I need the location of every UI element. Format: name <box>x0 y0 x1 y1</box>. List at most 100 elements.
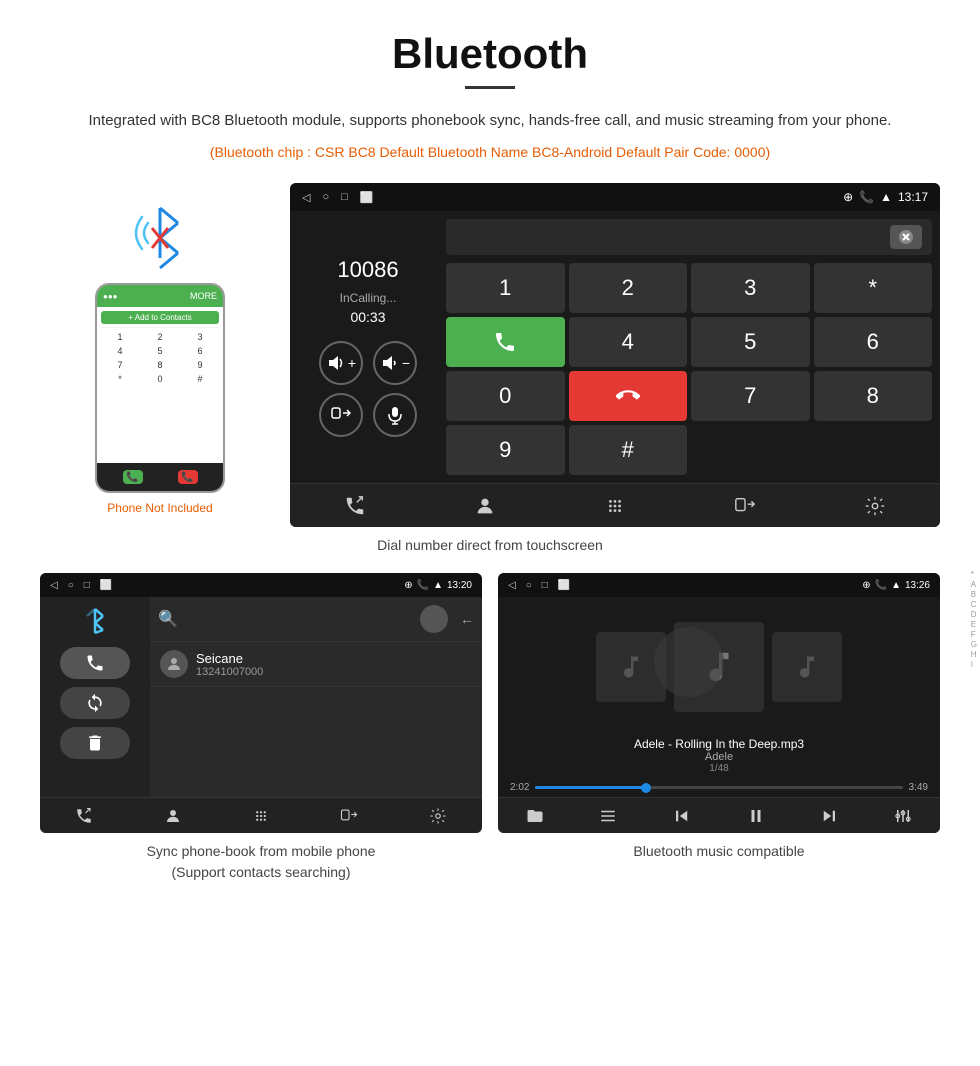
pb-nav-contacts[interactable] <box>164 807 182 825</box>
pb-nav-settings[interactable] <box>429 807 447 825</box>
music-nav-folder[interactable] <box>526 807 544 825</box>
music-nav-prev[interactable] <box>673 807 691 825</box>
plus-icon: + <box>348 355 356 371</box>
nav-transfer[interactable] <box>734 495 756 517</box>
pb-nav-transfer[interactable] <box>340 807 358 825</box>
transfer-btn[interactable] <box>319 393 363 437</box>
pb-phone-icon <box>85 653 105 673</box>
key-9[interactable]: 9 <box>446 425 565 475</box>
backspace-icon <box>898 229 914 245</box>
phone-side: ●●● MORE + Add to Contacts 1 2 3 4 5 6 7 <box>40 183 280 515</box>
mute-btn[interactable] <box>373 393 417 437</box>
key-1[interactable]: 1 <box>446 263 565 313</box>
pb-call-icon: 📞 <box>417 580 429 591</box>
pb-delete-icon <box>85 733 105 753</box>
key-0: 0 <box>141 373 179 385</box>
dialer-input-row <box>446 219 932 255</box>
key-6[interactable]: 6 <box>814 317 933 367</box>
dialer-ctrl-row-1: + − <box>319 341 417 385</box>
call-icon-status: 📞 <box>859 190 874 204</box>
music-time: 13:26 <box>905 580 930 591</box>
key-5[interactable]: 5 <box>691 317 810 367</box>
progress-bar[interactable] <box>535 786 902 789</box>
music-item: ◁ ○ □ ⬜ ⊕ 📞 ▲ 13:26 <box>498 573 940 883</box>
pb-sync-btn[interactable] <box>60 687 130 719</box>
music-note-icon-left <box>617 653 645 681</box>
pb-delete-btn[interactable] <box>60 727 130 759</box>
dial-caption: Dial number direct from touchscreen <box>40 537 940 553</box>
location-icon: ⊕ <box>843 190 853 204</box>
call-log-icon <box>344 495 366 517</box>
dialer-controls: + − <box>319 341 417 437</box>
dialer-ctrl-row-2 <box>319 393 417 437</box>
phonebook-item: ◁ ○ □ ⬜ ⊕ 📞 ▲ 13:20 <box>40 573 482 883</box>
key-1: 1 <box>101 331 139 343</box>
music-nav-icons: ◁ ○ □ ⬜ <box>508 580 570 591</box>
phonebook-screen: ◁ ○ □ ⬜ ⊕ 📞 ▲ 13:20 <box>40 573 482 833</box>
key-7[interactable]: 7 <box>691 371 810 421</box>
pb-phone-btn[interactable] <box>60 647 130 679</box>
person-icon <box>165 655 183 673</box>
dialpad-icon <box>604 495 626 517</box>
title-divider <box>465 86 515 89</box>
nav-settings[interactable] <box>864 495 886 517</box>
page-container: Bluetooth Integrated with BC8 Bluetooth … <box>0 0 980 935</box>
pb-nav-settings-icon <box>429 807 447 825</box>
bluetooth-icon-container <box>120 193 200 273</box>
music-nav-play[interactable] <box>747 807 765 825</box>
music-nav-next[interactable] <box>820 807 838 825</box>
delete-button[interactable] <box>890 225 922 249</box>
music-body: Adele - Rolling In the Deep.mp3 Adele 1/… <box>498 597 940 797</box>
progress-bar-fill <box>535 786 645 789</box>
music-note-icon-right <box>793 653 821 681</box>
nav-contacts[interactable] <box>474 495 496 517</box>
music-nav-list[interactable] <box>599 807 617 825</box>
wifi-icon: ▲ <box>880 190 892 204</box>
key-star[interactable]: * <box>814 263 933 313</box>
dialer-time: 13:17 <box>898 190 928 204</box>
pb-nav-transfer-icon <box>340 807 358 825</box>
key-0[interactable]: 0 <box>446 371 565 421</box>
volume-down-btn[interactable]: − <box>373 341 417 385</box>
music-nav-equalizer[interactable] <box>894 807 912 825</box>
call-end-btn[interactable] <box>569 371 688 421</box>
key-3[interactable]: 3 <box>691 263 810 313</box>
phone-more-btn: MORE <box>190 291 217 301</box>
pb-nav-icons: ◁ ○ □ ⬜ <box>50 580 112 591</box>
volume-up-btn[interactable]: + <box>319 341 363 385</box>
nav-dialpad[interactable] <box>604 495 626 517</box>
pb-bottom-nav <box>40 797 482 833</box>
pb-avatar <box>160 650 188 678</box>
key-2[interactable]: 2 <box>569 263 688 313</box>
pb-nav-call[interactable] <box>75 807 93 825</box>
volume-up-icon <box>326 353 346 373</box>
home-icon: ○ <box>322 191 329 204</box>
description-text: Integrated with BC8 Bluetooth module, su… <box>40 109 940 133</box>
phone-call-btn[interactable]: 📞 <box>123 470 143 484</box>
music-progress-row: 2:02 3:49 <box>498 778 940 797</box>
key-6: 6 <box>181 345 219 357</box>
pb-contact-row[interactable]: Seicane 13241007000 <box>150 642 482 687</box>
pb-home-icon: ○ <box>68 580 74 591</box>
dialer-number: 10086 <box>337 257 398 283</box>
pause-icon <box>747 807 765 825</box>
folder-icon <box>526 807 544 825</box>
dialer-screen: ◁ ○ □ ⬜ ⊕ 📞 ▲ 13:17 10086 InCalling... <box>290 183 940 527</box>
key-4[interactable]: 4 <box>569 317 688 367</box>
key-8[interactable]: 8 <box>814 371 933 421</box>
pb-status-right: ⊕ 📞 ▲ 13:20 <box>404 580 472 591</box>
pb-nav-dialpad[interactable] <box>252 807 270 825</box>
key-star: * <box>101 373 139 385</box>
key-4: 4 <box>101 345 139 357</box>
nav-call-log[interactable] <box>344 495 366 517</box>
mute-icon <box>385 405 405 425</box>
phone-screen-body: + Add to Contacts 1 2 3 4 5 6 7 8 9 * <box>97 307 223 463</box>
call-answer-btn[interactable] <box>446 317 565 367</box>
music-title: Adele - Rolling In the Deep.mp3 <box>508 737 930 751</box>
dialer-nav-icons: ◁ ○ □ ⬜ <box>302 191 373 204</box>
pb-search-icon: 🔍 <box>158 609 178 629</box>
key-hash[interactable]: # <box>569 425 688 475</box>
phone-end-btn[interactable]: 📞 <box>178 470 198 484</box>
prev-icon <box>673 807 691 825</box>
pb-contact-name: Seicane <box>196 651 263 666</box>
